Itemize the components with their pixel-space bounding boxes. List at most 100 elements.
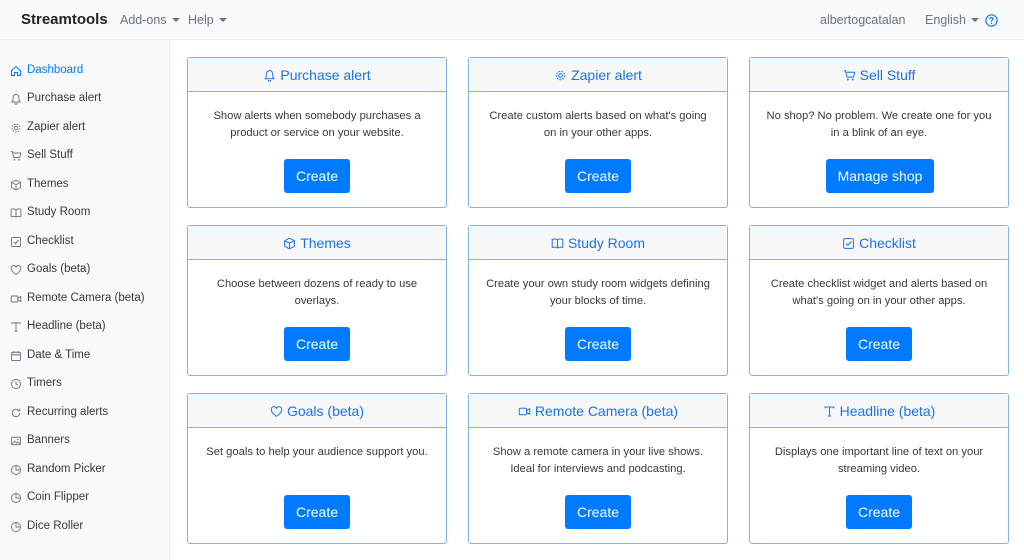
card-description: Create your own study room widgets defin… [486,278,710,307]
pie-icon [11,465,21,475]
question-circle-icon[interactable] [985,14,998,27]
sidebar-item-label: Coin Flipper [27,491,89,503]
card-title: Purchase alert [280,67,371,83]
card-title: Sell Stuff [859,67,916,83]
help-dropdown[interactable]: Help [188,13,227,27]
sidebar-item-goals[interactable]: Goals (beta) [0,258,170,284]
book-icon [10,208,22,218]
addons-label: Add-ons [120,13,167,27]
card-study-room: Study Room Create your own study room wi… [468,225,728,376]
bell-icon [10,94,22,105]
create-goals-button[interactable]: Create [284,495,350,529]
card-title: Zapier alert [571,67,642,83]
card-description: Set goals to help your audience support … [206,446,428,458]
help-label: Help [188,13,214,27]
sidebar-item-label: Headline (beta) [27,320,106,332]
sidebar-item-label: Themes [27,178,69,190]
card-remote-camera: Remote Camera (beta) Show a remote camer… [468,393,728,544]
card-header: Remote Camera (beta) [469,394,727,428]
sidebar-item-recurring-alerts[interactable]: Recurring alerts [0,401,170,427]
box-icon [11,179,21,191]
sidebar-item-label: Study Room [27,206,91,218]
clock-icon [11,379,21,389]
sidebar-item-label: Banners [27,434,70,446]
sidebar-item-date-time[interactable]: Date & Time [0,344,170,370]
sidebar-item-label: Date & Time [27,349,91,361]
image-icon [11,436,21,446]
create-headline-button[interactable]: Create [846,495,912,529]
card-header: Purchase alert [188,58,446,92]
sidebar-item-label: Dice Roller [27,520,84,532]
cart-icon [843,69,855,80]
sidebar-item-coin-flipper[interactable]: Coin Flipper [0,486,170,512]
sidebar-item-label: Zapier alert [27,121,86,133]
addons-dropdown[interactable]: Add-ons [120,13,180,27]
sidebar-item-label: Dashboard [27,64,84,76]
card-description: Show a remote camera in your live shows.… [492,446,704,475]
card-title: Themes [300,235,351,251]
sidebar-item-dice-roller[interactable]: Dice Roller [0,515,170,541]
card-header: Checklist [750,226,1008,260]
card-description: Create checklist widget and alerts based… [770,278,988,307]
sidebar-item-label: Recurring alerts [27,406,109,418]
sidebar-item-label: Timers [27,377,62,389]
home-icon [11,66,21,76]
card-themes: Themes Choose between dozens of ready to… [187,225,447,376]
sidebar-item-remote-camera[interactable]: Remote Camera (beta) [0,287,170,313]
card-zapier-alert: Zapier alert Create custom alerts based … [468,57,728,208]
card-description: Choose between dozens of ready to use ov… [216,278,418,307]
manage-shop-button[interactable]: Manage shop [826,159,934,193]
box-icon [284,237,296,249]
sidebar-item-purchase-alert[interactable]: Purchase alert [0,87,170,113]
caret-down-icon [971,18,979,22]
create-themes-button[interactable]: Create [284,327,350,361]
sidebar-item-banners[interactable]: Banners [0,429,170,455]
sidebar-item-themes[interactable]: Themes [0,173,170,199]
card-description: Create custom alerts based on what's goi… [489,110,707,139]
video-icon [518,407,531,415]
sidebar-item-zapier-alert[interactable]: Zapier alert [0,116,170,142]
card-header: Study Room [469,226,727,260]
create-study-room-button[interactable]: Create [565,327,631,361]
sidebar-item-label: Random Picker [27,463,106,475]
sidebar-item-label: Remote Camera (beta) [27,292,145,304]
card-header: Sell Stuff [750,58,1008,92]
card-sell-stuff: Sell Stuff No shop? No problem. We creat… [749,57,1009,208]
sidebar-item-label: Goals (beta) [27,263,91,275]
sidebar-item-label: Sell Stuff [27,149,73,161]
sidebar-item-random-picker[interactable]: Random Picker [0,458,170,484]
checkbox-icon [11,237,21,247]
sidebar: Dashboard Purchase alert Zapier alert Se… [0,40,170,560]
user-menu[interactable]: albertogcatalan [820,13,905,27]
card-title: Goals (beta) [286,403,365,419]
pie-icon [11,522,21,532]
create-purchase-alert-button[interactable]: Create [284,159,350,193]
sidebar-item-checklist[interactable]: Checklist [0,230,170,256]
card-goals: Goals (beta) Set goals to help your audi… [187,393,447,544]
type-icon [824,406,835,416]
card-title: Remote Camera (beta) [534,403,679,419]
language-label: English [925,13,966,27]
sidebar-item-headline[interactable]: Headline (beta) [0,315,170,341]
card-header: Headline (beta) [750,394,1008,428]
language-dropdown[interactable]: English [925,13,979,27]
caret-down-icon [218,18,227,22]
card-header: Goals (beta) [188,394,446,428]
card-description: Displays one important line of text on y… [774,446,984,475]
sidebar-item-sell-stuff[interactable]: Sell Stuff [0,144,170,170]
card-description: No shop? No problem. We create one for y… [766,110,992,139]
sidebar-item-dashboard[interactable]: Dashboard [0,59,170,85]
heart-icon [270,405,283,417]
brand-logo[interactable]: Streamtools [21,11,108,28]
sidebar-item-timers[interactable]: Timers [0,372,170,398]
create-zapier-alert-button[interactable]: Create [565,159,631,193]
create-checklist-button[interactable]: Create [846,327,912,361]
card-title: Study Room [567,235,646,251]
type-icon [11,322,21,332]
card-title: Checklist [859,235,916,251]
create-remote-camera-button[interactable]: Create [565,495,631,529]
book-icon [551,238,564,248]
sidebar-item-study-room[interactable]: Study Room [0,201,170,227]
sidebar-item-label: Checklist [27,235,74,247]
card-header: Zapier alert [469,58,727,92]
